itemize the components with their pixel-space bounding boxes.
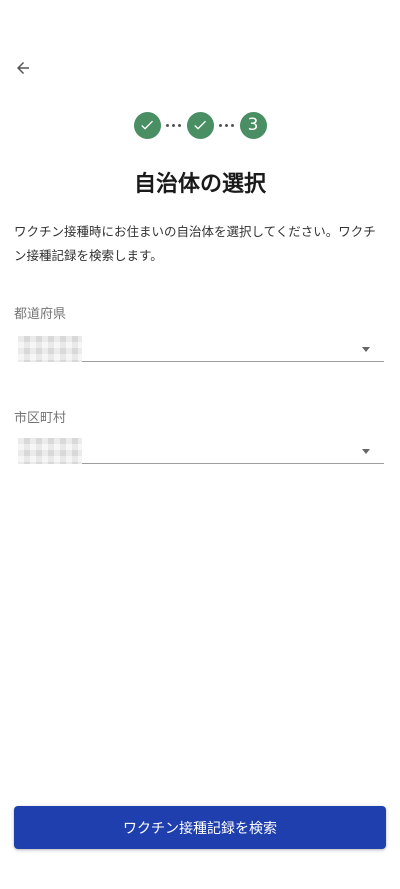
prefecture-value	[18, 336, 82, 362]
municipality-value	[18, 438, 82, 464]
dropdown-caret-icon	[362, 449, 370, 454]
municipality-label: 市区町村	[14, 411, 67, 426]
arrow-left-icon	[14, 59, 32, 81]
municipality-select[interactable]	[14, 438, 384, 464]
check-icon	[141, 120, 153, 130]
search-vaccination-record-button[interactable]: ワクチン接種記録を検索	[14, 806, 386, 849]
municipality-underline	[82, 463, 384, 464]
prefecture-select[interactable]	[14, 336, 384, 362]
step-3-current: 3	[239, 111, 267, 139]
step-3-number: 3	[247, 115, 259, 135]
check-icon	[194, 120, 206, 130]
prefecture-underline	[82, 361, 384, 362]
prefecture-label: 都道府県	[14, 307, 67, 322]
step-connector	[214, 123, 240, 127]
step-1-complete	[133, 111, 161, 139]
progress-stepper: 3	[0, 111, 400, 139]
page-title: 自治体の選択	[133, 172, 266, 197]
step-connector	[161, 123, 187, 127]
back-button[interactable]	[10, 58, 36, 82]
dropdown-caret-icon	[362, 347, 370, 352]
page-description: ワクチン接種時にお住まいの自治体を選択してください。ワクチン接種記録を検索します…	[14, 224, 376, 263]
step-2-complete	[186, 111, 214, 139]
